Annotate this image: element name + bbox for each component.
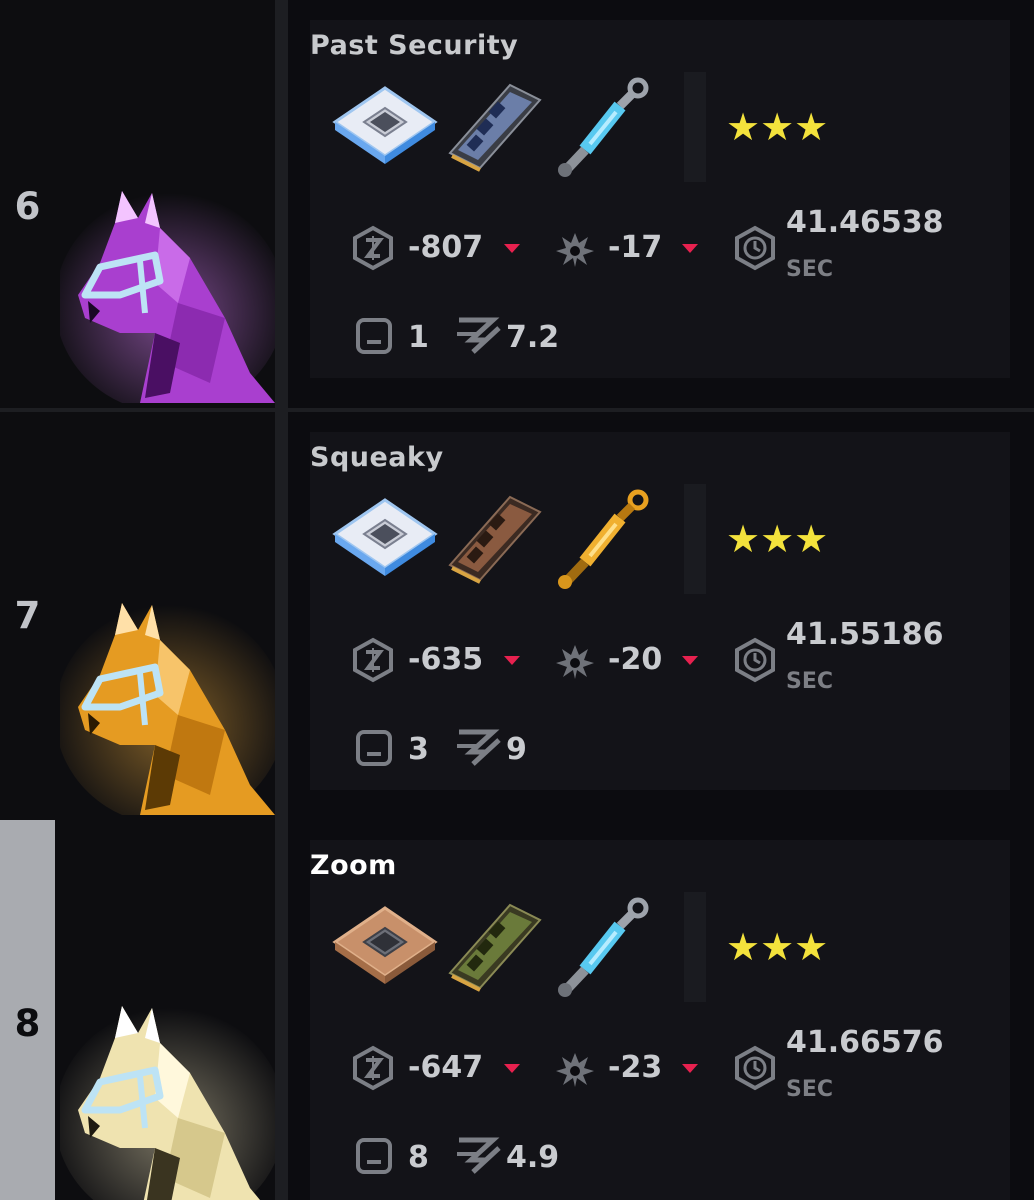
down-arrow-icon <box>504 1064 520 1073</box>
stat-stamina-value: -23 <box>608 1050 663 1085</box>
star-rating-text: ★★★ <box>726 925 829 969</box>
horse-name[interactable]: Zoom <box>310 850 397 881</box>
ram-blue-icon[interactable] <box>440 70 550 180</box>
speed-hexagon-icon <box>353 637 393 683</box>
race-details: Zoom ★★★ -647 -23 41.66576 SEC 8 4.9 <box>288 820 1034 1200</box>
down-arrow-icon <box>682 656 698 665</box>
position-number: 7 <box>14 594 41 637</box>
horse-panel: 8 <box>0 820 275 1200</box>
chip-silver-icon[interactable] <box>330 482 440 592</box>
zed-logo-icon <box>457 1137 501 1174</box>
ram-gold-icon[interactable] <box>440 890 550 1000</box>
horse-portrait-purple <box>60 191 275 403</box>
gate-count: 1 <box>408 320 429 355</box>
clock-hexagon-icon <box>735 225 775 271</box>
race-details: Past Security ★★★ -807 -17 41.46538 SEC … <box>288 0 1034 408</box>
divider <box>684 892 706 1002</box>
horse-panel: 6 <box>0 0 275 408</box>
race-details: Squeaky ★★★ -635 -20 41.55186 SEC 3 9 <box>288 412 1034 820</box>
clock-hexagon-icon <box>735 637 775 683</box>
stamina-burst-icon <box>556 233 594 267</box>
gate-box-icon <box>356 318 392 354</box>
zed-value: 4.9 <box>506 1140 560 1175</box>
down-arrow-icon <box>682 1064 698 1073</box>
divider <box>684 72 706 182</box>
star-rating: ★★★ <box>726 928 828 966</box>
horse-name[interactable]: Squeaky <box>310 442 444 473</box>
stamina-burst-icon <box>556 1053 594 1087</box>
position-number: 8 <box>14 1002 41 1045</box>
down-arrow-icon <box>504 656 520 665</box>
race-result-row-8[interactable]: 8 Zoom ★★★ -647 -23 41.66576 SEC 8 4.9 <box>0 820 1034 1200</box>
star-rating-text: ★★★ <box>726 105 829 149</box>
stat-stamina-value: -17 <box>608 230 663 265</box>
zed-value: 7.2 <box>506 320 560 355</box>
finish-time: 41.55186 <box>786 617 944 652</box>
time-unit: SEC <box>786 257 834 282</box>
stamina-burst-icon <box>556 645 594 679</box>
star-rating: ★★★ <box>726 108 828 146</box>
finish-time: 41.66576 <box>786 1025 944 1060</box>
shock-blue-icon[interactable] <box>550 890 660 1000</box>
speed-hexagon-icon <box>353 225 393 271</box>
horse-portrait-orange <box>60 603 275 815</box>
stat-speed-value: -635 <box>408 642 484 677</box>
stat-stamina-value: -20 <box>608 642 663 677</box>
gate-box-icon <box>356 1138 392 1174</box>
time-unit: SEC <box>786 1077 834 1102</box>
zed-logo-icon <box>457 729 501 766</box>
finish-time: 41.46538 <box>786 205 944 240</box>
chip-silver-icon[interactable] <box>330 70 440 180</box>
ram-copper-icon[interactable] <box>440 482 550 592</box>
zed-value: 9 <box>506 732 527 767</box>
down-arrow-icon <box>682 244 698 253</box>
divider <box>684 484 706 594</box>
race-result-row-7[interactable]: 7 Squeaky ★★★ -635 -20 41.55186 SEC 3 9 <box>0 412 1034 820</box>
race-result-row-6[interactable]: 6 Past Security ★★★ -807 -17 41.46538 SE… <box>0 0 1034 408</box>
chip-bronze-icon[interactable] <box>330 890 440 1000</box>
time-unit: SEC <box>786 669 834 694</box>
zed-logo-icon <box>457 317 501 354</box>
star-rating: ★★★ <box>726 520 828 558</box>
gate-count: 3 <box>408 732 429 767</box>
speed-hexagon-icon <box>353 1045 393 1091</box>
clock-hexagon-icon <box>735 1045 775 1091</box>
horse-portrait-cream <box>60 1006 275 1200</box>
gate-count: 8 <box>408 1140 429 1175</box>
position-number: 6 <box>14 185 41 228</box>
horse-name[interactable]: Past Security <box>310 30 518 61</box>
shock-blue-icon[interactable] <box>550 70 660 180</box>
shock-gold-icon[interactable] <box>550 482 660 592</box>
stat-speed-value: -807 <box>408 230 484 265</box>
stat-speed-value: -647 <box>408 1050 484 1085</box>
star-rating-text: ★★★ <box>726 517 829 561</box>
horse-panel: 7 <box>0 412 275 820</box>
down-arrow-icon <box>504 244 520 253</box>
gate-box-icon <box>356 730 392 766</box>
